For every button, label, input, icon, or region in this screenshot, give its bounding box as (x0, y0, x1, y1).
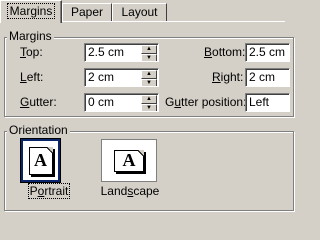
tab-margins-label: Margins (6, 3, 56, 19)
landscape-option[interactable]: A (101, 139, 157, 182)
tab-layout[interactable]: Layout (112, 3, 167, 21)
top-label: Top: (20, 45, 43, 59)
left-margin-input[interactable]: 2 cm ▲ ▼ (84, 68, 159, 87)
bottom-margin-input[interactable]: 2.5 cm (245, 43, 290, 62)
orientation-legend: Orientation (7, 123, 70, 137)
gutter-position-select[interactable]: Left (245, 93, 290, 112)
gutter-label: Gutter: (20, 95, 57, 109)
gutter-value: 0 cm (88, 95, 115, 109)
landscape-page-icon: A (114, 149, 144, 172)
landscape-label: Landscape (100, 184, 160, 198)
tab-paper-label: Paper (70, 5, 104, 19)
spin-down-icon[interactable]: ▼ (141, 104, 157, 111)
top-margin-value: 2.5 cm (88, 45, 125, 59)
landscape-glyph: A (122, 150, 136, 170)
left-margin-value: 2 cm (88, 70, 115, 84)
right-margin-value: 2 cm (249, 70, 276, 84)
bottom-margin-value: 2.5 cm (249, 45, 286, 59)
left-label: Left: (20, 70, 44, 84)
spin-up-icon[interactable]: ▲ (141, 95, 157, 104)
page-fold-icon (46, 146, 53, 153)
left-margin-spinner[interactable]: ▲ ▼ (141, 70, 157, 86)
bottom-label: Bottom: (204, 45, 246, 59)
page-fold-icon (138, 149, 144, 156)
tab-margins[interactable]: Margins (0, 0, 62, 23)
portrait-page-icon: A (28, 146, 53, 175)
top-margin-input[interactable]: 2.5 cm ▲ ▼ (84, 43, 159, 62)
spin-up-icon[interactable]: ▲ (141, 45, 157, 54)
tab-strip: Margins Paper Layout (0, 0, 285, 23)
top-margin-spinner[interactable]: ▲ ▼ (141, 45, 157, 61)
gutter-position-label: Gutter position: (165, 95, 247, 109)
tab-paper[interactable]: Paper (62, 3, 112, 21)
gutter-spinner[interactable]: ▲ ▼ (141, 95, 157, 111)
portrait-label: Portrait (27, 183, 71, 199)
right-label: Right: (212, 70, 244, 84)
spin-down-icon[interactable]: ▼ (141, 79, 157, 86)
tab-layout-label: Layout (121, 5, 158, 19)
right-margin-input[interactable]: 2 cm (245, 68, 290, 87)
spin-up-icon[interactable]: ▲ (141, 70, 157, 79)
gutter-position-value: Left (249, 95, 270, 109)
portrait-option[interactable]: A (20, 138, 61, 183)
gutter-input[interactable]: 0 cm ▲ ▼ (84, 93, 159, 112)
margins-legend: Margins (7, 29, 54, 43)
spin-down-icon[interactable]: ▼ (141, 54, 157, 61)
portrait-glyph: A (34, 150, 47, 170)
